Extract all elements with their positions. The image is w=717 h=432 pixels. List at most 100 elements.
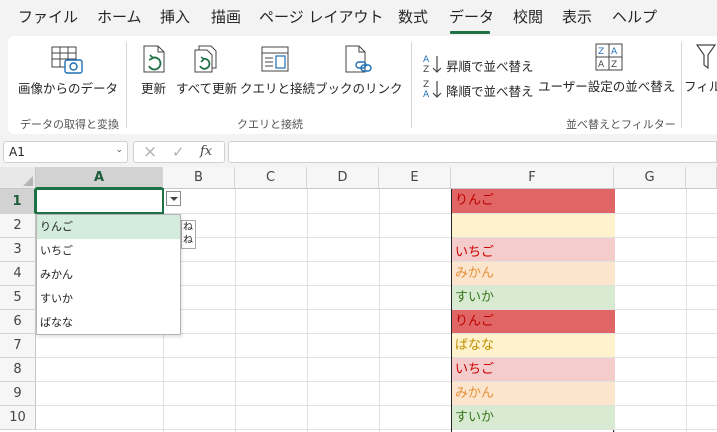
group-separator [681, 42, 682, 128]
svg-text:A: A [423, 55, 430, 65]
dropdown-item[interactable]: すいか [37, 287, 180, 311]
row-header-7[interactable]: 7 [0, 334, 36, 358]
cell-f10[interactable]: すいか [452, 406, 615, 430]
cell-f7[interactable]: ばなな [452, 334, 615, 358]
refresh-icon [143, 45, 165, 73]
filter-button[interactable]: フィル [684, 76, 717, 95]
sort-descending-button[interactable]: 降順で並べ替え [446, 81, 534, 100]
group-label-sort-filter: 並べ替えとフィルター [566, 118, 676, 131]
sort-ascending-button[interactable]: 昇順で並べ替え [446, 56, 534, 75]
formula-input[interactable] [228, 141, 717, 163]
column-header-a[interactable]: A [36, 167, 163, 189]
custom-sort-button[interactable]: ユーザー設定の並べ替え [538, 76, 675, 95]
tab-review[interactable]: 校閲 [513, 6, 543, 27]
gridline [307, 189, 308, 432]
row-header-4[interactable]: 4 [0, 262, 36, 286]
active-cell-a1[interactable] [35, 188, 164, 214]
row-header-1[interactable]: 1 [0, 189, 36, 214]
tab-home[interactable]: ホーム [97, 6, 142, 27]
dropdown-item[interactable]: りんご [37, 215, 180, 239]
column-header-d[interactable]: D [307, 167, 379, 189]
data-from-picture-button[interactable]: 画像からのデータ [18, 78, 118, 97]
name-box[interactable]: A1 ⌄ [3, 141, 128, 163]
row-header-9[interactable]: 9 [0, 382, 36, 406]
sort-descending-icon: Z A [423, 80, 442, 100]
row-header-6[interactable]: 6 [0, 310, 36, 334]
cell-f1[interactable]: りんご [452, 189, 615, 214]
workbook-links-icon [345, 45, 372, 73]
cell-b2-line: ね [183, 222, 193, 233]
refresh-button[interactable]: 更新 [141, 78, 166, 97]
tab-insert[interactable]: 挿入 [160, 6, 190, 27]
column-header-h[interactable] [686, 167, 717, 189]
cell-f3[interactable]: いちご [452, 238, 615, 262]
tab-file[interactable]: ファイル [18, 6, 78, 27]
cell-f4[interactable]: みかん [452, 262, 615, 286]
gridline [686, 189, 687, 432]
group-label-queries: クエリと接続 [237, 118, 303, 131]
chevron-down-icon[interactable]: ⌄ [115, 145, 123, 155]
tab-help[interactable]: ヘルプ [612, 6, 657, 27]
worksheet-grid: A B C D E F G 1 2 3 4 5 6 7 8 9 10 りんご い… [0, 167, 717, 432]
group-separator [126, 42, 127, 128]
tab-data[interactable]: データ [449, 6, 494, 27]
row-header-2[interactable]: 2 [0, 214, 36, 238]
dropdown-item[interactable]: みかん [37, 263, 180, 287]
select-all-button[interactable] [0, 167, 36, 189]
formula-tools: × ✓ fx [133, 141, 225, 163]
row-header-5[interactable]: 5 [0, 286, 36, 310]
cell-b2-line: ね [183, 235, 193, 246]
row-header-8[interactable]: 8 [0, 358, 36, 382]
tab-draw[interactable]: 描画 [211, 6, 241, 27]
workbook-links-button[interactable]: ブックのリンク [315, 78, 403, 97]
dropdown-item[interactable]: ばなな [37, 311, 180, 335]
queries-connections-icon [261, 46, 289, 72]
cell-f2[interactable] [452, 214, 615, 238]
row-header-10[interactable]: 10 [0, 406, 36, 430]
group-label-get-transform: データの取得と変換 [20, 118, 119, 131]
row-header-3[interactable]: 3 [0, 238, 36, 262]
insert-function-icon[interactable]: fx [200, 144, 212, 159]
cell-b2-text: ね ね [181, 220, 196, 249]
svg-text:Z: Z [423, 80, 429, 90]
cell-f8[interactable]: いちご [452, 358, 615, 382]
svg-text:A: A [423, 90, 430, 100]
svg-text:Z: Z [598, 47, 604, 57]
column-header-e[interactable]: E [379, 167, 451, 189]
validation-dropdown-button[interactable] [166, 191, 181, 206]
name-box-value: A1 [9, 145, 25, 159]
queries-connections-button[interactable]: クエリと接続 [240, 78, 315, 97]
column-header-f[interactable]: F [451, 167, 614, 189]
refresh-all-icon [194, 45, 217, 73]
svg-text:A: A [598, 60, 605, 70]
select-all-triangle-icon [23, 176, 33, 186]
tab-formulas[interactable]: 数式 [398, 6, 428, 27]
tab-page-layout[interactable]: ページ レイアウト [259, 6, 383, 27]
filter-icon [695, 44, 717, 70]
dropdown-arrow-icon [170, 197, 178, 201]
gridline [235, 189, 236, 432]
gridline [379, 189, 380, 432]
column-header-c[interactable]: C [235, 167, 307, 189]
dropdown-item[interactable]: いちご [37, 239, 180, 263]
sort-ascending-icon: A Z [423, 55, 442, 75]
refresh-all-button[interactable]: すべて更新 [176, 78, 237, 97]
image-table-icon [51, 46, 83, 74]
cell-f9[interactable]: みかん [452, 382, 615, 406]
column-f-cells: りんご いちご みかん すいか りんご ばなな いちご みかん すいか [451, 189, 615, 432]
column-header-g[interactable]: G [614, 167, 686, 189]
menu-bar: ファイル ホーム 挿入 描画 ページ レイアウト 数式 データ 校閲 表示 ヘル… [0, 0, 717, 34]
tab-view[interactable]: 表示 [562, 6, 592, 27]
custom-sort-icon: Z A A Z [595, 43, 623, 71]
group-separator [411, 42, 412, 128]
cancel-icon[interactable]: × [143, 142, 157, 162]
column-header-b[interactable]: B [163, 167, 235, 189]
svg-text:A: A [611, 47, 618, 57]
cell-f5[interactable]: すいか [452, 286, 615, 310]
cell-f6[interactable]: りんご [452, 310, 615, 334]
validation-dropdown-list: りんご いちご みかん すいか ばなな [36, 214, 181, 335]
active-tab-indicator [450, 31, 490, 34]
ribbon: 画像からのデータ データの取得と変換 更新 すべて更新 クエリと接続 ブックのリ… [8, 36, 717, 134]
enter-icon[interactable]: ✓ [172, 143, 185, 161]
svg-text:Z: Z [423, 65, 429, 75]
